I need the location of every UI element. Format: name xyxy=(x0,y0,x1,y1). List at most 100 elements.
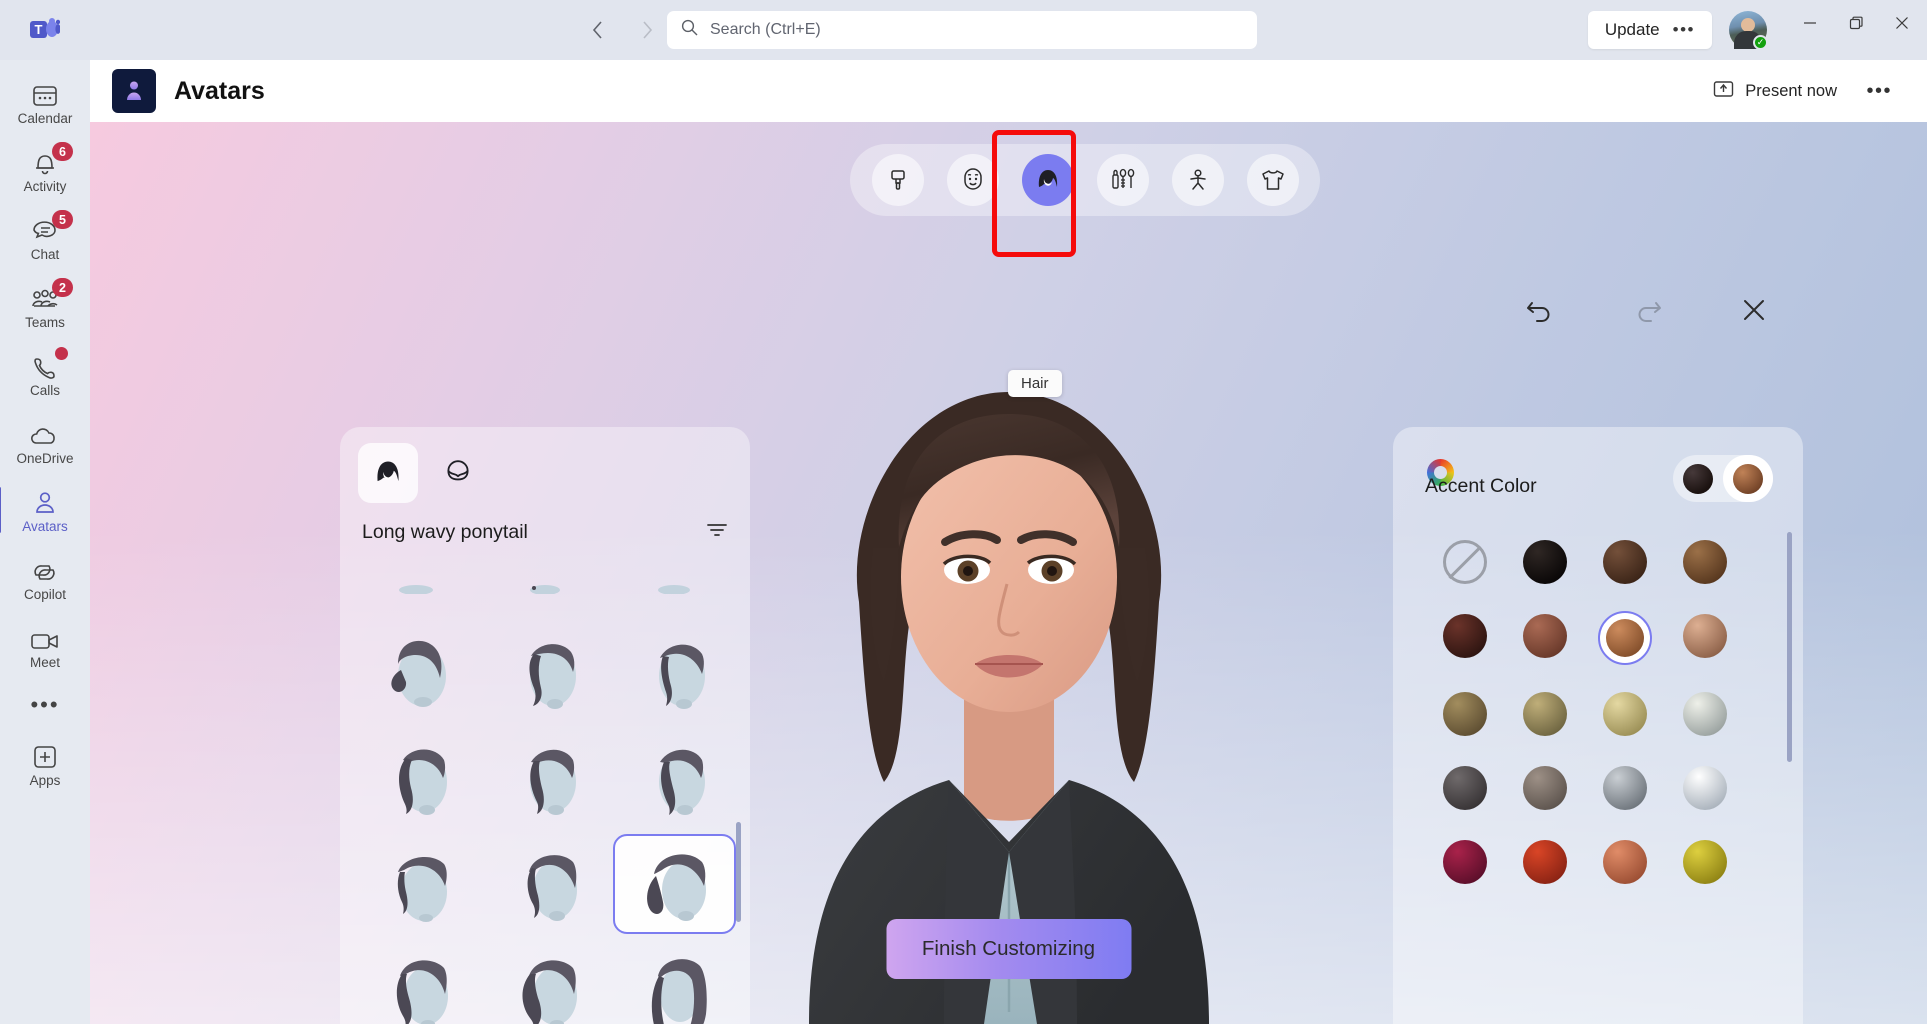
category-body-button[interactable] xyxy=(1171,154,1224,206)
color-grid-scrollbar[interactable] xyxy=(1787,532,1792,762)
color-target-toggle[interactable] xyxy=(1673,455,1773,502)
page-title: Avatars xyxy=(174,76,265,105)
calls-dot-badge xyxy=(55,347,68,360)
hair-option[interactable] xyxy=(613,622,736,722)
swatch-none[interactable] xyxy=(1433,537,1497,587)
close-window-button[interactable] xyxy=(1879,0,1925,46)
hair-option[interactable] xyxy=(354,834,477,934)
hair-option[interactable] xyxy=(354,552,477,616)
category-clothing-button[interactable] xyxy=(1246,154,1299,206)
swatch-medium-brown[interactable] xyxy=(1673,537,1737,587)
search-input[interactable]: Search (Ctrl+E) xyxy=(667,11,1257,49)
search-placeholder: Search (Ctrl+E) xyxy=(710,21,821,38)
swatch-ball xyxy=(1443,614,1487,658)
sidebar-item-avatars[interactable]: Avatars xyxy=(0,476,83,544)
sidebar-item-activity[interactable]: 6 Activity xyxy=(7,136,83,204)
sidebar-item-label: Apps xyxy=(29,773,61,788)
category-makeup-button[interactable] xyxy=(1096,154,1149,206)
close-editor-button[interactable] xyxy=(1741,297,1767,328)
finish-customizing-label: Finish Customizing xyxy=(921,937,1096,960)
category-style-button[interactable] xyxy=(871,154,924,206)
hair-option[interactable] xyxy=(354,622,477,722)
avatar-head xyxy=(1741,18,1755,32)
hair-grid-wrapper xyxy=(340,552,750,1024)
sidebar-item-copilot[interactable]: Copilot xyxy=(7,544,83,612)
selected-style-name: Long wavy ponytail xyxy=(362,521,528,543)
hair-option[interactable] xyxy=(613,552,736,616)
swatch-golden-blonde[interactable] xyxy=(1593,689,1657,739)
update-more-icon[interactable]: ••• xyxy=(1673,20,1695,40)
swatch-ash-blonde[interactable] xyxy=(1513,689,1577,739)
swatch-white[interactable] xyxy=(1673,763,1737,813)
user-avatar[interactable]: ✓ xyxy=(1729,11,1768,50)
sidebar-item-teams[interactable]: 2 Teams xyxy=(7,272,83,340)
svg-text:T: T xyxy=(35,22,43,37)
sidebar-item-chat[interactable]: 5 Chat xyxy=(7,204,83,272)
person-icon xyxy=(32,486,58,516)
swatch-dark-blonde[interactable] xyxy=(1433,689,1497,739)
swatch-warm-grey[interactable] xyxy=(1513,763,1577,813)
undo-button[interactable] xyxy=(1525,297,1555,328)
accent-color-toggle[interactable] xyxy=(1723,455,1773,502)
finish-customizing-button[interactable]: Finish Customizing xyxy=(886,919,1131,979)
back-button[interactable] xyxy=(580,13,614,47)
swatch-silver[interactable] xyxy=(1593,763,1657,813)
update-button[interactable]: Update ••• xyxy=(1587,11,1712,49)
sidebar-item-onedrive[interactable]: OneDrive xyxy=(7,408,83,476)
hair-style-panel: Long wavy ponytail xyxy=(340,427,750,1024)
sidebar-item-calendar[interactable]: Calendar xyxy=(7,68,83,136)
swatch-platinum-blonde[interactable] xyxy=(1673,689,1737,739)
swatch-dark-auburn[interactable] xyxy=(1433,611,1497,661)
update-label: Update xyxy=(1604,20,1660,39)
redo-button[interactable] xyxy=(1633,297,1663,328)
hair-option[interactable] xyxy=(483,728,606,828)
hair-option[interactable] xyxy=(483,552,606,616)
forward-button[interactable] xyxy=(630,13,664,47)
teams-logo[interactable]: T xyxy=(0,17,90,43)
hair-option[interactable] xyxy=(483,940,606,1024)
swatch-ball xyxy=(1523,540,1567,584)
hair-option[interactable] xyxy=(483,622,606,722)
swatch-ball xyxy=(1523,766,1567,810)
sidebar-item-apps[interactable]: Apps xyxy=(7,730,83,798)
avatar-editor-stage: Hair Long wavy ponytail Accent Color Fin… xyxy=(90,122,1927,1024)
tab-facial-hair[interactable] xyxy=(428,443,488,503)
hair-option[interactable] xyxy=(613,940,736,1024)
category-face-button[interactable] xyxy=(946,154,999,206)
swatch-dark-brown[interactable] xyxy=(1593,537,1657,587)
minimize-button[interactable] xyxy=(1787,0,1833,46)
swatch-ball xyxy=(1443,766,1487,810)
presence-available-icon: ✓ xyxy=(1753,35,1768,50)
header-more-button[interactable]: ••• xyxy=(1866,80,1892,103)
hair-option[interactable] xyxy=(483,834,606,934)
swatch-charcoal-grey[interactable] xyxy=(1433,763,1497,813)
present-now-button[interactable]: Present now xyxy=(1713,80,1837,103)
swatch-copper-brown-selected[interactable] xyxy=(1598,611,1652,665)
swatch-black[interactable] xyxy=(1513,537,1577,587)
swatch-light-brown[interactable] xyxy=(1673,611,1737,661)
swatch-auburn[interactable] xyxy=(1513,611,1577,661)
hair-option[interactable] xyxy=(354,728,477,828)
sidebar-more-button[interactable]: ••• xyxy=(30,680,59,730)
plus-box-icon xyxy=(32,740,58,770)
base-color-toggle[interactable] xyxy=(1673,455,1723,502)
hair-grid-scrollbar[interactable] xyxy=(736,822,741,922)
category-hair-button[interactable] xyxy=(1021,154,1074,206)
swatch-burgundy[interactable] xyxy=(1433,837,1497,887)
sidebar-item-label: Meet xyxy=(29,655,60,670)
swatch-yellow[interactable] xyxy=(1673,837,1737,887)
filter-icon[interactable] xyxy=(706,521,728,544)
hair-option[interactable] xyxy=(354,940,477,1024)
hair-option[interactable] xyxy=(613,728,736,828)
panel-title-row: Long wavy ponytail xyxy=(340,503,750,552)
swatch-coral[interactable] xyxy=(1593,837,1657,887)
sidebar-item-label: Teams xyxy=(25,315,65,330)
tab-hair[interactable] xyxy=(358,443,418,503)
swatch-ball xyxy=(1443,840,1487,884)
hair-option-selected[interactable] xyxy=(612,834,736,934)
maximize-button[interactable] xyxy=(1833,0,1879,46)
sidebar-item-calls[interactable]: Calls xyxy=(7,340,83,408)
sidebar-item-meet[interactable]: Meet xyxy=(7,612,83,680)
swatch-red[interactable] xyxy=(1513,837,1577,887)
hair-tooltip: Hair xyxy=(1008,370,1062,397)
